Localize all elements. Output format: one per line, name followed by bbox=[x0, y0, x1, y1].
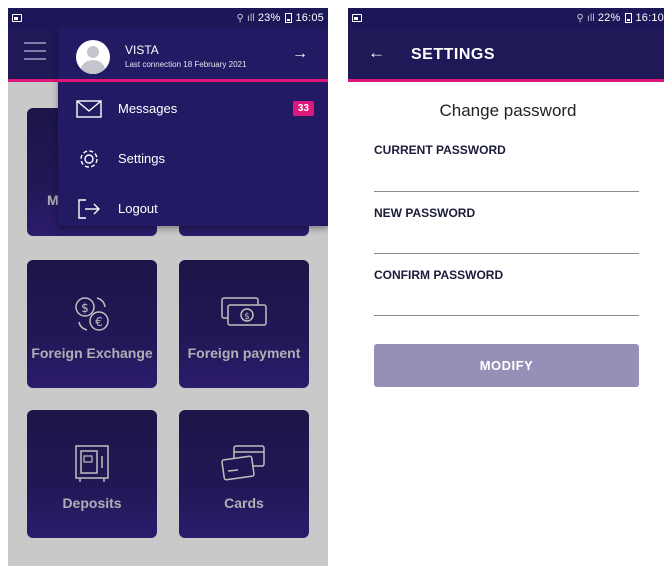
last-connection: Last connection 18 February 2021 bbox=[125, 60, 247, 69]
battery-percent: 22% bbox=[597, 12, 621, 24]
cards-icon bbox=[221, 445, 265, 481]
drawer-item-settings[interactable]: Settings bbox=[58, 135, 328, 183]
drawer-item-label: Logout bbox=[118, 201, 158, 216]
gear-icon bbox=[80, 150, 98, 168]
form-title: Change password bbox=[439, 101, 577, 120]
location-icon: ⚲ bbox=[236, 12, 245, 24]
signal-icon: ıll bbox=[247, 12, 255, 24]
navigation-drawer: VISTA Last connection 18 February 2021 →… bbox=[58, 28, 328, 226]
clock: 16:10 bbox=[635, 12, 664, 24]
home-screen-with-drawer: ⚲ ıll 23% 16:05 M $ € Foreign Exchange $… bbox=[8, 8, 328, 566]
signal-icon: ıll bbox=[587, 12, 595, 24]
drawer-item-logout[interactable]: Logout bbox=[58, 185, 328, 233]
tile-foreign-exchange[interactable]: $ € Foreign Exchange bbox=[27, 260, 157, 388]
arrow-right-icon[interactable]: → bbox=[292, 45, 308, 63]
tile-label: Deposits bbox=[62, 495, 122, 511]
svg-text:€: € bbox=[95, 315, 103, 329]
tile-foreign-payment[interactable]: $ Foreign payment bbox=[179, 260, 309, 388]
drawer-header[interactable]: VISTA Last connection 18 February 2021 → bbox=[58, 28, 328, 82]
envelope-icon bbox=[76, 100, 102, 118]
gallery-notification-icon bbox=[12, 14, 22, 22]
current-password-field[interactable] bbox=[374, 166, 639, 192]
drawer-item-messages[interactable]: Messages 33 bbox=[58, 85, 328, 133]
battery-icon bbox=[285, 13, 293, 23]
svg-text:$: $ bbox=[244, 312, 250, 322]
unread-badge: 33 bbox=[292, 101, 314, 116]
clock: 16:05 bbox=[295, 12, 324, 24]
avatar bbox=[76, 40, 110, 74]
banknotes-icon: $ bbox=[221, 297, 267, 326]
battery-icon bbox=[625, 13, 633, 23]
battery-percent: 23% bbox=[257, 12, 281, 24]
safe-icon bbox=[75, 445, 109, 482]
current-password-label: CURRENT PASSWORD bbox=[374, 143, 506, 157]
drawer-item-label: Settings bbox=[118, 151, 165, 166]
back-arrow-icon[interactable]: ← bbox=[368, 43, 385, 63]
tile-label: M bbox=[47, 192, 59, 208]
hamburger-menu-icon[interactable] bbox=[24, 42, 46, 64]
currency-exchange-icon: $ € bbox=[75, 297, 109, 331]
tile-cards[interactable]: Cards bbox=[179, 410, 309, 538]
status-bar: ⚲ ıll 23% 16:05 bbox=[8, 8, 328, 28]
new-password-label: NEW PASSWORD bbox=[374, 206, 476, 220]
logout-icon bbox=[78, 199, 100, 219]
tile-label: Foreign payment bbox=[187, 345, 301, 361]
drawer-item-label: Messages bbox=[118, 101, 178, 116]
settings-screen: ⚲ ıll 22% 16:10 ← SETTINGS Change passwo… bbox=[348, 8, 664, 566]
location-icon: ⚲ bbox=[576, 12, 585, 24]
gallery-notification-icon bbox=[352, 14, 362, 22]
tile-deposits[interactable]: Deposits bbox=[27, 410, 157, 538]
modify-button[interactable]: MODIFY bbox=[374, 344, 639, 387]
confirm-password-label: CONFIRM PASSWORD bbox=[374, 268, 504, 282]
new-password-field[interactable] bbox=[374, 228, 639, 254]
tile-label: Cards bbox=[224, 495, 264, 511]
status-bar: ⚲ ıll 22% 16:10 bbox=[348, 8, 664, 28]
confirm-password-field[interactable] bbox=[374, 290, 639, 316]
tile-label: Foreign Exchange bbox=[31, 345, 153, 361]
user-name: VISTA bbox=[125, 43, 159, 57]
page-title: SETTINGS bbox=[411, 46, 496, 63]
app-bar: ← SETTINGS bbox=[348, 28, 664, 82]
svg-text:$: $ bbox=[81, 301, 89, 315]
